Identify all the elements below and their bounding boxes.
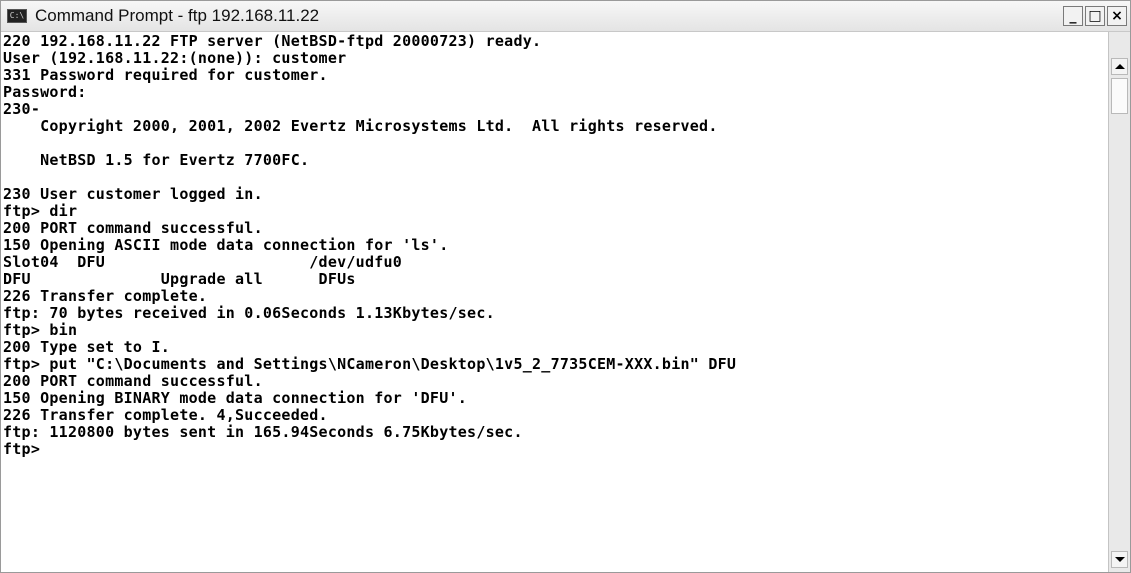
- console-line: ftp: 1120800 bytes sent in 165.94Seconds…: [3, 423, 523, 441]
- console-line: 200 Type set to I.: [3, 338, 171, 356]
- console-prompt-line[interactable]: ftp>: [3, 441, 1108, 458]
- console-line: ftp: 70 bytes received in 0.06Seconds 1.…: [3, 304, 495, 322]
- console-line: DFU Upgrade all DFUs: [3, 270, 356, 288]
- console-line: 200 PORT command successful.: [3, 219, 263, 237]
- console-line: 226 Transfer complete. 4,Succeeded.: [3, 406, 328, 424]
- scroll-down-button[interactable]: [1111, 551, 1128, 568]
- console-line: Slot04 DFU /dev/udfu0: [3, 253, 403, 271]
- console-line: ftp> bin: [3, 321, 78, 339]
- arrow-up-icon: [1115, 64, 1125, 69]
- console-line: 226 Transfer complete.: [3, 287, 208, 305]
- console-line: 150 Opening ASCII mode data connection f…: [3, 236, 449, 254]
- scroll-up-button[interactable]: [1111, 58, 1128, 75]
- console-line: 150 Opening BINARY mode data connection …: [3, 389, 468, 407]
- arrow-down-icon: [1115, 557, 1125, 562]
- console-line: 230-: [3, 100, 41, 118]
- scroll-thumb[interactable]: [1111, 78, 1128, 114]
- title-bar[interactable]: C:\ Command Prompt - ftp 192.168.11.22 _…: [1, 1, 1130, 32]
- console-line: Copyright 2000, 2001, 2002 Evertz Micros…: [3, 117, 718, 135]
- console-line: 200 PORT command successful.: [3, 372, 263, 390]
- window-title: Command Prompt - ftp 192.168.11.22: [35, 6, 320, 25]
- console-line: ftp> put "C:\Documents and Settings\NCam…: [3, 355, 737, 373]
- console-icon[interactable]: C:\: [7, 9, 27, 23]
- console-line: Password:: [3, 83, 87, 101]
- close-button[interactable]: ×: [1107, 6, 1127, 26]
- console-line: 331 Password required for customer.: [3, 66, 328, 84]
- window-controls: _ □ ×: [1063, 6, 1127, 26]
- console-text: 220 192.168.11.22 FTP server (NetBSD-ftp…: [1, 32, 1108, 458]
- vertical-scrollbar[interactable]: [1108, 32, 1130, 572]
- console-line: 220 192.168.11.22 FTP server (NetBSD-ftp…: [3, 32, 542, 50]
- command-prompt-window: C:\ Command Prompt - ftp 192.168.11.22 _…: [0, 0, 1131, 573]
- console-line: User (192.168.11.22:(none)): customer: [3, 49, 347, 67]
- console-line: 230 User customer logged in.: [3, 185, 263, 203]
- console-line: NetBSD 1.5 for Evertz 7700FC.: [3, 151, 310, 169]
- console-line: ftp> dir: [3, 202, 78, 220]
- minimize-button[interactable]: _: [1063, 6, 1083, 26]
- maximize-button[interactable]: □: [1085, 6, 1105, 26]
- console-output[interactable]: 220 192.168.11.22 FTP server (NetBSD-ftp…: [1, 32, 1108, 572]
